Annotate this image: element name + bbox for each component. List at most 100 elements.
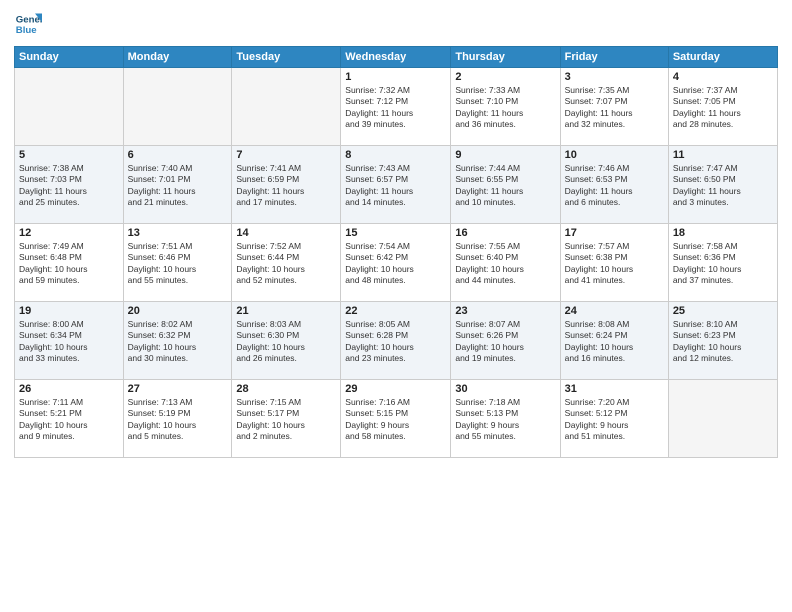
- svg-text:Blue: Blue: [16, 25, 37, 36]
- day-info: Sunrise: 7:58 AM Sunset: 6:36 PM Dayligh…: [673, 241, 773, 287]
- day-number: 27: [128, 383, 228, 395]
- day-info: Sunrise: 7:43 AM Sunset: 6:57 PM Dayligh…: [345, 163, 446, 209]
- day-info: Sunrise: 7:37 AM Sunset: 7:05 PM Dayligh…: [673, 85, 773, 131]
- day-info: Sunrise: 7:40 AM Sunset: 7:01 PM Dayligh…: [128, 163, 228, 209]
- table-row: 3 Sunrise: 7:35 AM Sunset: 7:07 PM Daylig…: [560, 68, 668, 146]
- day-info: Sunrise: 7:20 AM Sunset: 5:12 PM Dayligh…: [565, 397, 664, 443]
- day-number: 8: [345, 149, 446, 161]
- day-info: Sunrise: 7:55 AM Sunset: 6:40 PM Dayligh…: [455, 241, 555, 287]
- calendar: SundayMondayTuesdayWednesdayThursdayFrid…: [14, 46, 778, 458]
- table-row: 12 Sunrise: 7:49 AM Sunset: 6:48 PM Dayli…: [15, 224, 124, 302]
- day-info: Sunrise: 7:41 AM Sunset: 6:59 PM Dayligh…: [236, 163, 336, 209]
- day-info: Sunrise: 7:13 AM Sunset: 5:19 PM Dayligh…: [128, 397, 228, 443]
- day-info: Sunrise: 8:00 AM Sunset: 6:34 PM Dayligh…: [19, 319, 119, 365]
- day-number: 20: [128, 305, 228, 317]
- day-info: Sunrise: 7:32 AM Sunset: 7:12 PM Dayligh…: [345, 85, 446, 131]
- day-info: Sunrise: 7:44 AM Sunset: 6:55 PM Dayligh…: [455, 163, 555, 209]
- day-number: 31: [565, 383, 664, 395]
- day-number: 6: [128, 149, 228, 161]
- table-row: 20 Sunrise: 8:02 AM Sunset: 6:32 PM Dayli…: [123, 302, 232, 380]
- day-info: Sunrise: 7:47 AM Sunset: 6:50 PM Dayligh…: [673, 163, 773, 209]
- table-row: 9 Sunrise: 7:44 AM Sunset: 6:55 PM Daylig…: [451, 146, 560, 224]
- day-number: 3: [565, 71, 664, 83]
- col-header-sunday: Sunday: [15, 47, 124, 68]
- table-row: 14 Sunrise: 7:52 AM Sunset: 6:44 PM Dayli…: [232, 224, 341, 302]
- day-info: Sunrise: 7:38 AM Sunset: 7:03 PM Dayligh…: [19, 163, 119, 209]
- table-row: [123, 68, 232, 146]
- day-number: 5: [19, 149, 119, 161]
- table-row: 11 Sunrise: 7:47 AM Sunset: 6:50 PM Dayli…: [668, 146, 777, 224]
- table-row: [15, 68, 124, 146]
- day-info: Sunrise: 7:16 AM Sunset: 5:15 PM Dayligh…: [345, 397, 446, 443]
- day-number: 30: [455, 383, 555, 395]
- table-row: 24 Sunrise: 8:08 AM Sunset: 6:24 PM Dayli…: [560, 302, 668, 380]
- day-number: 9: [455, 149, 555, 161]
- table-row: 27 Sunrise: 7:13 AM Sunset: 5:19 PM Dayli…: [123, 380, 232, 458]
- col-header-wednesday: Wednesday: [341, 47, 451, 68]
- day-number: 22: [345, 305, 446, 317]
- day-number: 2: [455, 71, 555, 83]
- table-row: 1 Sunrise: 7:32 AM Sunset: 7:12 PM Daylig…: [341, 68, 451, 146]
- table-row: 31 Sunrise: 7:20 AM Sunset: 5:12 PM Dayli…: [560, 380, 668, 458]
- day-number: 24: [565, 305, 664, 317]
- col-header-saturday: Saturday: [668, 47, 777, 68]
- day-info: Sunrise: 8:02 AM Sunset: 6:32 PM Dayligh…: [128, 319, 228, 365]
- day-info: Sunrise: 7:52 AM Sunset: 6:44 PM Dayligh…: [236, 241, 336, 287]
- table-row: 29 Sunrise: 7:16 AM Sunset: 5:15 PM Dayli…: [341, 380, 451, 458]
- day-info: Sunrise: 8:08 AM Sunset: 6:24 PM Dayligh…: [565, 319, 664, 365]
- table-row: 6 Sunrise: 7:40 AM Sunset: 7:01 PM Daylig…: [123, 146, 232, 224]
- day-number: 13: [128, 227, 228, 239]
- table-row: 28Sunrise: 7:15 AM Sunset: 5:17 PM Dayli…: [232, 380, 341, 458]
- day-number: 12: [19, 227, 119, 239]
- day-number: 29: [345, 383, 446, 395]
- table-row: 7 Sunrise: 7:41 AM Sunset: 6:59 PM Daylig…: [232, 146, 341, 224]
- day-info: Sunrise: 8:10 AM Sunset: 6:23 PM Dayligh…: [673, 319, 773, 365]
- table-row: 8 Sunrise: 7:43 AM Sunset: 6:57 PM Daylig…: [341, 146, 451, 224]
- day-info: Sunrise: 7:18 AM Sunset: 5:13 PM Dayligh…: [455, 397, 555, 443]
- col-header-friday: Friday: [560, 47, 668, 68]
- day-info: Sunrise: 7:49 AM Sunset: 6:48 PM Dayligh…: [19, 241, 119, 287]
- col-header-tuesday: Tuesday: [232, 47, 341, 68]
- day-number: 19: [19, 305, 119, 317]
- table-row: 18Sunrise: 7:58 AM Sunset: 6:36 PM Dayli…: [668, 224, 777, 302]
- day-info: Sunrise: 7:11 AM Sunset: 5:21 PM Dayligh…: [19, 397, 119, 443]
- day-info: Sunrise: 8:03 AM Sunset: 6:30 PM Dayligh…: [236, 319, 336, 365]
- table-row: 30 Sunrise: 7:18 AM Sunset: 5:13 PM Dayli…: [451, 380, 560, 458]
- day-number: 7: [236, 149, 336, 161]
- table-row: 13 Sunrise: 7:51 AM Sunset: 6:46 PM Dayli…: [123, 224, 232, 302]
- table-row: [232, 68, 341, 146]
- table-row: 23 Sunrise: 8:07 AM Sunset: 6:26 PM Dayli…: [451, 302, 560, 380]
- day-number: 23: [455, 305, 555, 317]
- day-number: 14: [236, 227, 336, 239]
- day-info: Sunrise: 7:35 AM Sunset: 7:07 PM Dayligh…: [565, 85, 664, 131]
- logo: General Blue: [14, 10, 46, 38]
- table-row: 15 Sunrise: 7:54 AM Sunset: 6:42 PM Dayli…: [341, 224, 451, 302]
- day-info: Sunrise: 7:51 AM Sunset: 6:46 PM Dayligh…: [128, 241, 228, 287]
- table-row: 26Sunrise: 7:11 AM Sunset: 5:21 PM Dayli…: [15, 380, 124, 458]
- day-info: Sunrise: 7:33 AM Sunset: 7:10 PM Dayligh…: [455, 85, 555, 131]
- day-number: 16: [455, 227, 555, 239]
- col-header-thursday: Thursday: [451, 47, 560, 68]
- table-row: 22 Sunrise: 8:05 AM Sunset: 6:28 PM Dayli…: [341, 302, 451, 380]
- table-row: 10Sunrise: 7:46 AM Sunset: 6:53 PM Dayli…: [560, 146, 668, 224]
- day-info: Sunrise: 7:15 AM Sunset: 5:17 PM Dayligh…: [236, 397, 336, 443]
- day-number: 15: [345, 227, 446, 239]
- table-row: 2 Sunrise: 7:33 AM Sunset: 7:10 PM Daylig…: [451, 68, 560, 146]
- day-info: Sunrise: 8:07 AM Sunset: 6:26 PM Dayligh…: [455, 319, 555, 365]
- day-info: Sunrise: 7:54 AM Sunset: 6:42 PM Dayligh…: [345, 241, 446, 287]
- day-number: 4: [673, 71, 773, 83]
- table-row: 4 Sunrise: 7:37 AM Sunset: 7:05 PM Daylig…: [668, 68, 777, 146]
- day-info: Sunrise: 8:05 AM Sunset: 6:28 PM Dayligh…: [345, 319, 446, 365]
- day-number: 21: [236, 305, 336, 317]
- table-row: 16 Sunrise: 7:55 AM Sunset: 6:40 PM Dayli…: [451, 224, 560, 302]
- table-row: 25 Sunrise: 8:10 AM Sunset: 6:23 PM Dayli…: [668, 302, 777, 380]
- table-row: 21 Sunrise: 8:03 AM Sunset: 6:30 PM Dayli…: [232, 302, 341, 380]
- day-number: 1: [345, 71, 446, 83]
- table-row: [668, 380, 777, 458]
- day-info: Sunrise: 7:46 AM Sunset: 6:53 PM Dayligh…: [565, 163, 664, 209]
- day-number: 25: [673, 305, 773, 317]
- table-row: 5 Sunrise: 7:38 AM Sunset: 7:03 PM Daylig…: [15, 146, 124, 224]
- day-number: 11: [673, 149, 773, 161]
- page: General Blue SundayMondayTuesdayWednesda…: [0, 0, 792, 612]
- logo-icon: General Blue: [14, 10, 42, 38]
